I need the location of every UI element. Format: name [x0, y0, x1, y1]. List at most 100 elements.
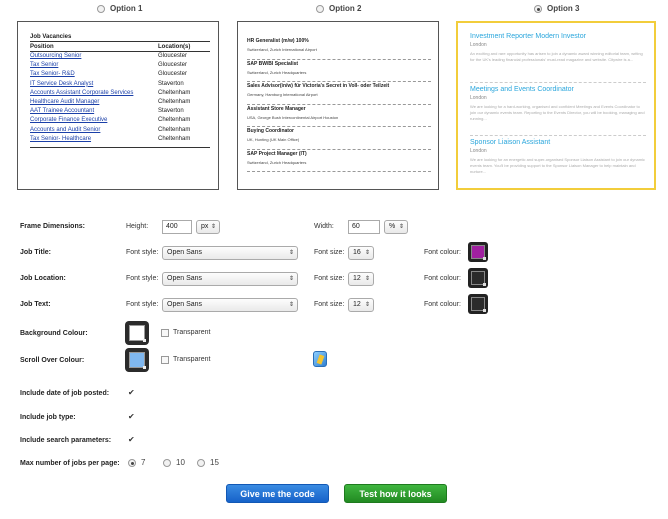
- job-link[interactable]: Tax Senior- R&D: [30, 70, 158, 79]
- list-item[interactable]: HR Generalist (m/w) 100% Switzerland, Zur…: [247, 37, 431, 60]
- select-arrows-icon: ⇕: [288, 276, 294, 282]
- option-3-preview[interactable]: Investment Reporter Modern Investor Londo…: [456, 21, 656, 190]
- list-item[interactable]: Buying Coordinator UK, Hunting (UK Main O…: [247, 127, 431, 150]
- job-title-size-select[interactable]: 16 ⇕: [348, 246, 374, 260]
- list-item[interactable]: Investment Reporter Modern Investor Londo…: [470, 33, 646, 83]
- job-location: Cheltenham: [158, 89, 191, 96]
- option-1-preview[interactable]: Job Vacancies Position Location(s) Outso…: [17, 21, 219, 190]
- max-option-10[interactable]: 10: [163, 458, 185, 467]
- preview-heading: Job Vacancies: [30, 34, 210, 42]
- job-location-size-select[interactable]: 12 ⇕: [348, 272, 374, 286]
- job-location: Staverton: [158, 108, 184, 115]
- job-location: Switzerland, Zurich International Airpor…: [247, 47, 317, 52]
- job-location: Staverton: [158, 80, 184, 87]
- job-location-font-value: Open Sans: [167, 275, 203, 282]
- font-size-label: Font size:: [314, 275, 345, 282]
- job-location: Germany, Hamburg International Airport: [247, 92, 318, 97]
- job-location: Cheltenham: [158, 126, 191, 133]
- job-location: Cheltenham: [158, 117, 191, 124]
- bg-transparent-checkbox[interactable]: [161, 329, 169, 337]
- radio-icon[interactable]: [316, 4, 324, 13]
- job-location-colour-swatch[interactable]: [468, 268, 488, 288]
- job-link[interactable]: AAT Trainee Accountant: [30, 107, 158, 116]
- background-colour-swatch[interactable]: [125, 321, 149, 345]
- height-unit-select[interactable]: px ⇕: [196, 220, 220, 234]
- table-row: Accounts and Audit Senior Cheltenham: [30, 126, 210, 135]
- job-title-font-value: Open Sans: [167, 249, 203, 256]
- job-link[interactable]: Accounts Assistant Corporate Services: [30, 89, 158, 98]
- radio-icon[interactable]: [97, 4, 105, 13]
- job-link[interactable]: Corporate Finance Executive: [30, 116, 158, 125]
- job-title: SAP Project Manager (IT): [247, 150, 307, 157]
- job-text-label: Job Text:: [20, 301, 51, 308]
- table-row: Tax Senior Gloucester: [30, 61, 210, 70]
- job-location-size-value: 12: [353, 275, 361, 282]
- job-link[interactable]: Tax Senior: [30, 61, 158, 70]
- scroll-over-colour-swatch[interactable]: [125, 348, 149, 372]
- job-location: UK, Hunting (UK Main Office): [247, 137, 300, 142]
- job-title-font-select[interactable]: Open Sans ⇕: [162, 246, 298, 260]
- include-type-checkbox[interactable]: ✔: [128, 413, 135, 421]
- table-row: Accounts Assistant Corporate Services Che…: [30, 89, 210, 98]
- job-link[interactable]: Healthcare Audit Manager: [30, 98, 158, 107]
- radio-icon[interactable]: [197, 458, 205, 467]
- list-item[interactable]: SAP Project Manager (IT) Switzerland, Zur…: [247, 150, 431, 172]
- job-location: USA, George Bush Intercontinental Airpor…: [247, 114, 339, 120]
- test-look-button[interactable]: Test how it looks: [344, 484, 447, 503]
- radio-selected-icon[interactable]: [128, 458, 136, 467]
- max-option-7[interactable]: 7: [128, 458, 145, 467]
- radio-icon[interactable]: [163, 458, 171, 467]
- col-position: Position: [30, 44, 54, 50]
- give-code-button[interactable]: Give me the code: [226, 484, 329, 503]
- job-link[interactable]: Tax Senior- Healthcare: [30, 135, 158, 144]
- option-2-preview[interactable]: HR Generalist (m/w) 100% Switzerland, Zur…: [237, 21, 439, 190]
- picker-icon: [143, 366, 146, 369]
- job-link[interactable]: IT Service Desk Analyst: [30, 80, 158, 89]
- job-location-font-select[interactable]: Open Sans ⇕: [162, 272, 298, 286]
- job-link[interactable]: Outsourcing Senior: [30, 52, 158, 61]
- font-colour-label: Font colour:: [424, 249, 461, 256]
- include-search-checkbox[interactable]: ✔: [128, 436, 135, 444]
- option-1-radio[interactable]: Option 1: [97, 4, 142, 13]
- max-option-label: 15: [210, 458, 219, 467]
- font-style-label: Font style:: [126, 275, 159, 282]
- list-item[interactable]: Meetings and Events Coordinator London We …: [470, 86, 646, 136]
- list-item[interactable]: Sales Advisor(in/w) für Victoria's Secre…: [247, 82, 431, 105]
- radio-selected-icon[interactable]: [534, 4, 542, 13]
- max-jobs-label: Max number of jobs per page:: [20, 460, 120, 467]
- job-title-colour-swatch[interactable]: [468, 242, 488, 262]
- job-location: London: [470, 148, 487, 154]
- include-search-label: Include search parameters:: [20, 437, 112, 444]
- select-arrows-icon: ⇕: [364, 276, 370, 282]
- job-title: Meetings and Events Coordinator: [470, 86, 574, 93]
- include-date-checkbox[interactable]: ✔: [128, 389, 135, 397]
- list-item[interactable]: SAP BW/BI Specialist Switzerland, Zurich …: [247, 60, 431, 82]
- scroll-over-colour-label: Scroll Over Colour:: [20, 357, 85, 364]
- job-text-colour-swatch[interactable]: [468, 294, 488, 314]
- divider: [30, 146, 210, 148]
- job-text-font-select[interactable]: Open Sans ⇕: [162, 298, 298, 312]
- height-input[interactable]: 400: [162, 220, 192, 234]
- list-item[interactable]: Assistant Store Manager USA, George Bush …: [247, 105, 431, 127]
- job-link[interactable]: Accounts and Audit Senior: [30, 126, 158, 135]
- select-arrows-icon: ⇕: [288, 250, 294, 256]
- picker-icon: [483, 309, 486, 312]
- job-location: Cheltenham: [158, 98, 191, 105]
- option-2-radio[interactable]: Option 2: [316, 4, 361, 13]
- list-item[interactable]: Sponsor Liaison Assistant London We are lo…: [470, 139, 646, 188]
- width-input[interactable]: 60: [348, 220, 380, 234]
- option-3-label: Option 3: [547, 4, 580, 13]
- job-title: Buying Coordinator: [247, 128, 294, 134]
- option-3-radio[interactable]: Option 3: [534, 4, 579, 13]
- preview-columns: Position Location(s): [30, 42, 210, 52]
- font-colour-label: Font colour:: [424, 275, 461, 282]
- help-icon[interactable]: [313, 351, 327, 367]
- picker-icon: [143, 339, 146, 342]
- job-text-size-select[interactable]: 12 ⇕: [348, 298, 374, 312]
- scroll-transparent-checkbox[interactable]: [161, 356, 169, 364]
- max-option-15[interactable]: 15: [197, 458, 219, 467]
- font-size-label: Font size:: [314, 249, 345, 256]
- job-location: Gloucester: [158, 62, 188, 69]
- job-title-size-value: 16: [353, 249, 361, 256]
- width-unit-select[interactable]: % ⇕: [384, 220, 408, 234]
